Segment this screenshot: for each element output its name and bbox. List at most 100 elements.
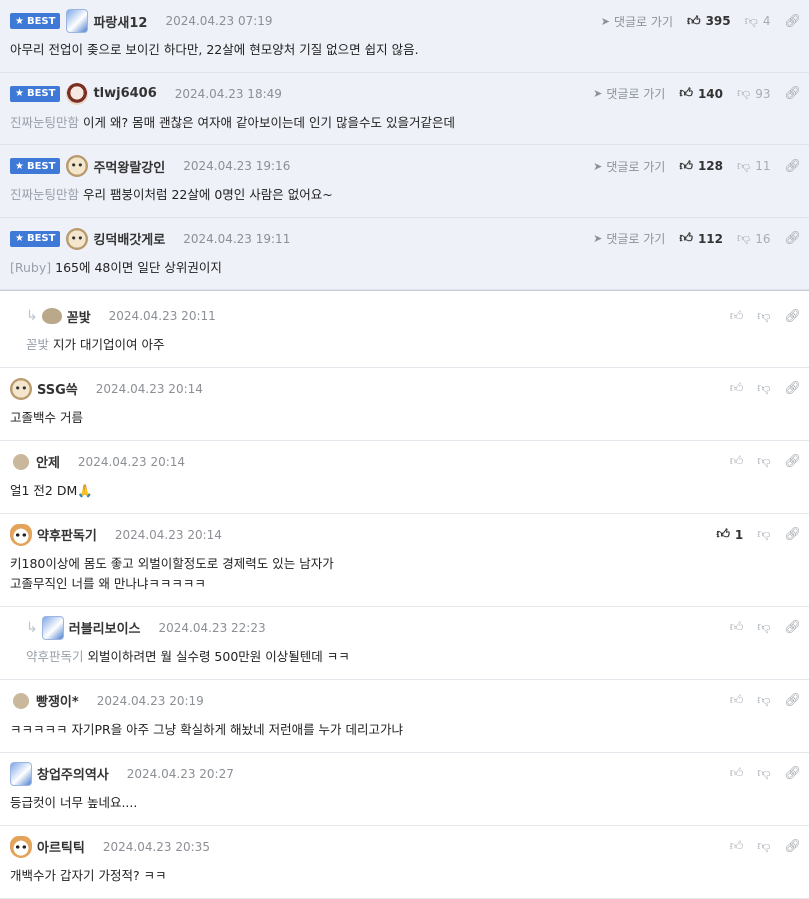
comment-date: 2024.04.23 20:14 (77, 454, 186, 469)
link-icon[interactable]: 🔗︎ (784, 454, 801, 469)
blue-bird-avatar[interactable] (41, 615, 64, 640)
dislike-button[interactable]: 👎︎ (757, 693, 770, 708)
dislike-button[interactable]: 👎︎ 11 (737, 159, 770, 174)
comment-header: SSG쓱 2024.04.23 20:14 (10, 377, 799, 400)
thumbs-down-icon: 👎︎ (757, 766, 771, 781)
dog-avatar[interactable] (10, 377, 32, 400)
comment-date: 2024.04.23 19:16 (183, 159, 291, 173)
thumbs-down-icon: 👎︎ (737, 158, 751, 174)
thumbs-down-icon: 👎︎ (757, 620, 771, 635)
mention-tag[interactable]: 진짜눈팅만함 (10, 115, 79, 130)
blue-bird-avatar[interactable] (66, 9, 89, 33)
thumbs-up-icon: 👍︎ (679, 231, 693, 246)
goto-comment-link[interactable]: ➤ 댓글로 가기 (593, 158, 665, 175)
like-button[interactable]: 👍︎ 128 (679, 159, 723, 174)
comment-date: 2024.04.23 22:23 (158, 620, 266, 635)
link-icon[interactable]: 🔗︎ (784, 309, 801, 324)
dislike-button[interactable]: 👎︎ (757, 620, 770, 635)
comment-author[interactable]: 약후판독기 (37, 525, 97, 544)
like-button[interactable]: 👍︎ (730, 309, 744, 324)
dislike-button[interactable]: 👎︎ 93 (737, 86, 770, 101)
comment-author[interactable]: 주먹왕랄강인 (93, 157, 165, 176)
dislike-button[interactable]: 👎︎ 4 (745, 14, 771, 29)
like-button[interactable]: 👍︎ (730, 766, 744, 781)
like-button[interactable]: 👍︎ (730, 454, 744, 469)
comment-author[interactable]: SSG쓱 (37, 379, 78, 398)
star-icon: ★ (15, 15, 24, 27)
like-button[interactable]: 👍︎ 1 (716, 527, 743, 542)
thumbs-up-icon: 👍︎ (686, 13, 701, 29)
dog-avatar[interactable] (66, 155, 89, 177)
comment-header: 빵쟁이* 2024.04.23 20:19 (10, 690, 799, 712)
like-button[interactable]: 👍︎ (730, 839, 744, 854)
comment-actions: 👍︎ 👎︎ 🔗︎ (730, 305, 801, 327)
goto-comment-link[interactable]: ➤ 댓글로 가기 (593, 230, 665, 247)
goto-comment-link[interactable]: ➤ 댓글로 가기 (593, 85, 665, 102)
link-icon[interactable]: 🔗︎ (784, 766, 801, 781)
mention-tag[interactable]: [Ruby] (10, 260, 51, 275)
comment-author[interactable]: tlwj6406 (93, 86, 156, 101)
like-button[interactable]: 👍︎ (730, 620, 744, 635)
reply-comment: ↳ 러블리보이스 2024.04.23 22:23 👍︎ 👎︎ 🔗︎ 약후판독기… (0, 607, 809, 680)
link-icon[interactable]: 🔗︎ (784, 527, 801, 542)
comment-author[interactable]: 꼳밫 (67, 307, 91, 326)
goto-comment-link[interactable]: ➤ 댓글로 가기 (601, 13, 673, 30)
link-icon[interactable]: 🔗︎ (784, 231, 801, 246)
comment-body: 꼳밫 지가 대기업이여 아주 (26, 337, 165, 352)
comment-actions: 👍︎ 👎︎ 🔗︎ (730, 451, 801, 473)
comment: 안제 2024.04.23 20:14 👍︎ 👎︎ 🔗︎ 얼1 전2 DM🙏 (0, 441, 809, 514)
comment-body: 등급컷이 너무 높네요.... (10, 794, 138, 810)
mention-tag[interactable]: 진짜눈팅만함 (10, 187, 79, 202)
comment-author[interactable]: 창업주의역사 (37, 764, 109, 783)
link-icon[interactable]: 🔗︎ (784, 159, 801, 174)
like-button[interactable]: 👍︎ 112 (679, 231, 723, 246)
thumbs-down-icon: 👎︎ (757, 693, 771, 708)
like-button[interactable]: 👍︎ 395 (687, 14, 731, 29)
bean-avatar[interactable] (41, 308, 62, 324)
like-button[interactable]: 👍︎ (730, 693, 744, 708)
comment-date: 2024.04.23 07:19 (165, 14, 273, 28)
dislike-button[interactable]: 👎︎ (757, 454, 770, 469)
comment-actions: 👍︎ 👎︎ 🔗︎ (730, 378, 801, 400)
dislike-button[interactable]: 👎︎ (757, 766, 770, 781)
mention-tag[interactable]: 약후판독기 (26, 649, 84, 664)
fox-avatar[interactable] (10, 523, 32, 546)
comment-header: 약후판독기 2024.04.23 20:14 (10, 523, 799, 546)
thumbs-down-icon: 👎︎ (757, 527, 771, 542)
link-icon[interactable]: 🔗︎ (784, 86, 801, 101)
blue-bird-avatar[interactable] (10, 761, 32, 786)
comment-header: 안제 2024.04.23 20:14 (10, 451, 799, 473)
blob-avatar[interactable] (13, 692, 29, 709)
thumbs-up-icon: 👍︎ (729, 308, 744, 324)
mention-tag[interactable]: 꼳밫 (26, 337, 49, 352)
comment-date: 2024.04.23 20:27 (126, 766, 234, 781)
dislike-button[interactable]: 👎︎ (757, 309, 770, 324)
comment-date: 2024.04.23 20:35 (102, 839, 210, 854)
link-icon[interactable]: 🔗︎ (784, 381, 801, 396)
comment-date: 2024.04.23 18:49 (174, 86, 282, 101)
link-icon[interactable]: 🔗︎ (784, 620, 801, 635)
link-icon[interactable]: 🔗︎ (784, 14, 801, 29)
dog-avatar[interactable] (66, 227, 89, 250)
blob-avatar[interactable] (13, 453, 29, 470)
comment-author[interactable]: 파랑새12 (93, 12, 147, 31)
dislike-button[interactable]: 👎︎ (757, 527, 770, 542)
fox-avatar[interactable] (10, 835, 32, 858)
link-icon[interactable]: 🔗︎ (784, 839, 801, 854)
like-button[interactable]: 👍︎ (730, 381, 744, 396)
comment-author[interactable]: 안제 (36, 452, 60, 471)
comment-author[interactable]: 킹덕배갓게로 (93, 229, 165, 248)
comment-author[interactable]: 아르틱틱 (37, 837, 85, 856)
dislike-button[interactable]: 👎︎ (757, 839, 770, 854)
like-button[interactable]: 👍︎ 140 (679, 86, 723, 101)
comment-header: ↳ 러블리보이스 2024.04.23 22:23 (26, 615, 799, 640)
dislike-button[interactable]: 👎︎ (757, 381, 770, 396)
reply-arrow-icon: ↳ (26, 308, 38, 324)
dislike-button[interactable]: 👎︎ 16 (737, 231, 770, 246)
comment-author[interactable]: 러블리보이스 (69, 618, 141, 637)
link-icon[interactable]: 🔗︎ (784, 693, 801, 708)
eye-avatar[interactable] (66, 82, 89, 105)
star-icon: ★ (15, 88, 24, 99)
comment-author[interactable]: 빵쟁이* (36, 691, 79, 710)
comment-body: ㅋㅋㅋㅋㅋ 자기PR을 아주 그냥 확실하게 해놨네 저런애를 누가 데리고가냐 (10, 721, 404, 737)
